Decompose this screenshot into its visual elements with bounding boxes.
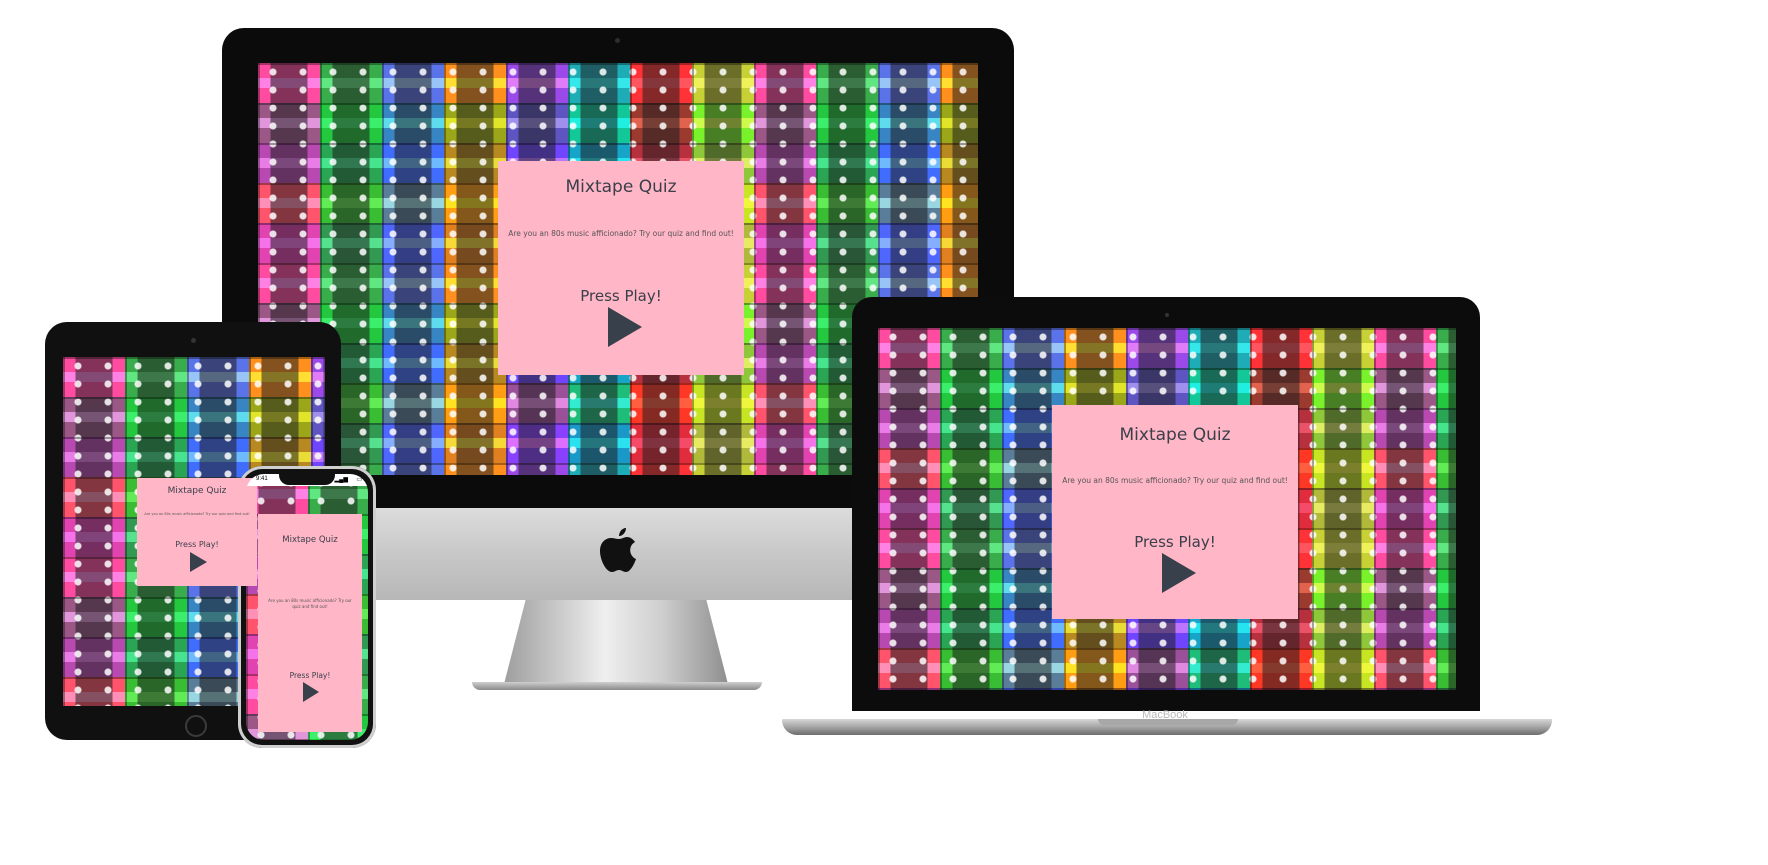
play-icon[interactable] (608, 307, 642, 347)
quiz-title: Mixtape Quiz (167, 486, 227, 496)
iphone-screen: 9:41 ▂▄▆ ▭ Mixtape Quiz Are you an 80s m… (246, 474, 368, 740)
press-play-label[interactable]: Press Play! (1052, 533, 1298, 551)
quiz-card: Mixtape Quiz Are you an 80s music affici… (1052, 405, 1298, 619)
play-icon[interactable] (190, 552, 207, 572)
press-play-label[interactable]: Press Play! (258, 671, 362, 680)
ipad-home-button[interactable] (185, 715, 207, 737)
quiz-subtitle: Are you an 80s music afficionado? Try ou… (144, 512, 250, 516)
play-icon[interactable] (1162, 553, 1196, 593)
quiz-title: Mixtape Quiz (565, 177, 677, 197)
imac-stand (503, 600, 729, 688)
quiz-card: Mixtape Quiz Are you an 80s music affici… (258, 514, 362, 732)
imac-foot (472, 682, 762, 690)
quiz-card: Mixtape Quiz Are you an 80s music affici… (137, 478, 257, 586)
press-play-label[interactable]: Press Play! (498, 287, 744, 305)
status-time: 9:41 (256, 476, 268, 482)
quiz-title: Mixtape Quiz (282, 535, 338, 545)
press-play-label[interactable]: Press Play! (137, 540, 257, 549)
battery-icon: ▭ (356, 477, 362, 483)
macbook-screen: Mixtape Quiz Are you an 80s music affici… (878, 328, 1456, 690)
play-icon[interactable] (303, 682, 319, 702)
iphone-notch (279, 474, 335, 485)
signal-icon: ▂▄▆ (334, 477, 348, 483)
quiz-subtitle: Are you an 80s music afficionado? Try ou… (1062, 476, 1288, 485)
quiz-card: Mixtape Quiz Are you an 80s music affici… (498, 161, 744, 375)
ipad-camera (191, 338, 196, 343)
quiz-title: Mixtape Quiz (1119, 425, 1231, 445)
quiz-subtitle: Are you an 80s music afficionado? Try ou… (508, 229, 734, 238)
imac-camera (615, 38, 620, 43)
quiz-subtitle: Are you an 80s music afficionado? Try ou… (268, 598, 352, 609)
macbook-camera (1165, 313, 1169, 317)
macbook-notch (1098, 719, 1238, 725)
apple-logo-icon (600, 528, 636, 572)
